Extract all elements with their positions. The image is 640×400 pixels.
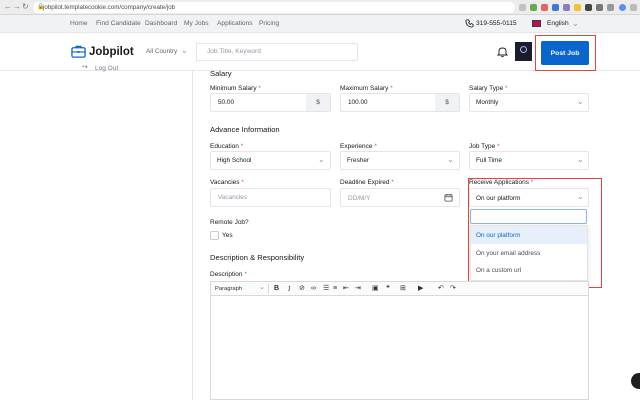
max-salary-value: 100.00 [348, 99, 368, 106]
nav-link-pricing[interactable]: Pricing [259, 19, 279, 29]
sidebar-divider [192, 71, 193, 400]
field-label-job-type: Job Type * [469, 143, 500, 150]
language-select[interactable]: English [547, 19, 569, 29]
sidebar-logout[interactable]: Log Out [95, 64, 118, 73]
remote-job-checkbox[interactable] [210, 231, 219, 240]
company-logo-icon [520, 46, 527, 53]
field-label-salary-type: Salary Type * [469, 85, 508, 92]
outdent-icon[interactable]: ⇤ [343, 284, 349, 294]
toolbar-divider [268, 284, 269, 294]
nav-link-my-jobs[interactable]: My Jobs [184, 19, 209, 29]
image-icon[interactable]: ▣ [372, 284, 379, 294]
italic-icon[interactable]: I [288, 284, 290, 294]
chevron-down-icon: ⌄ [318, 155, 325, 164]
link-icon[interactable]: ∞ [311, 284, 316, 294]
forward-arrow-icon[interactable]: → [13, 2, 21, 12]
highlight-box [535, 35, 596, 71]
salary-type-value: Monthly [476, 99, 499, 106]
country-select[interactable]: All Country [146, 47, 177, 56]
currency-addon: $ [306, 94, 330, 111]
quote-icon[interactable]: ❝ [386, 284, 390, 294]
extension-icon[interactable] [585, 4, 592, 11]
avatar[interactable] [619, 4, 626, 11]
extension-icon[interactable] [574, 4, 581, 11]
section-title-description: Description & Responsibility [210, 253, 305, 262]
chevron-down-icon[interactable]: ⌄ [572, 19, 579, 28]
redo-icon[interactable]: ↷ [450, 284, 456, 294]
sidebar-icon[interactable] [607, 4, 614, 11]
field-label-vacancies: Vacancies * [210, 179, 244, 186]
chevron-down-icon: ⌄ [577, 155, 584, 164]
uk-flag-icon [532, 20, 541, 27]
kebab-menu-icon[interactable] [630, 4, 637, 11]
extension-icon[interactable] [563, 4, 570, 11]
extension-icon[interactable] [530, 4, 537, 11]
section-title-salary: Salary [210, 69, 232, 78]
paragraph-select[interactable]: Paragraph [215, 285, 242, 293]
description-editor[interactable] [210, 281, 589, 400]
field-label-max-salary: Maximum Salary * [340, 85, 393, 92]
field-label-description: Description * [210, 271, 247, 278]
nav-link-dashboard[interactable]: Dashboard [145, 19, 177, 29]
logo-text[interactable]: Jobpilot [89, 45, 134, 59]
phone-icon [465, 19, 474, 28]
chevron-down-icon[interactable]: ⌄ [259, 283, 265, 292]
min-salary-value: 50.00 [218, 99, 234, 106]
back-arrow-icon[interactable]: ← [4, 2, 12, 12]
chevron-down-icon[interactable]: ⌄ [181, 46, 188, 55]
field-label-deadline: Deadline Expired * [340, 179, 394, 186]
media-icon[interactable]: ▶ [418, 284, 423, 294]
search-placeholder: Job Title, Keyword [207, 48, 261, 55]
briefcase-logo-icon [71, 45, 86, 58]
bulleted-list-icon[interactable]: ☰ [323, 284, 329, 294]
star-icon[interactable] [519, 4, 526, 11]
floating-action-button[interactable] [631, 373, 640, 389]
education-value: High School [217, 157, 252, 164]
extension-icon[interactable] [541, 4, 548, 11]
experience-value: Fresher [347, 157, 370, 164]
link-icon[interactable]: ⊘ [299, 284, 305, 294]
bold-icon[interactable]: B [274, 284, 279, 294]
field-label-experience: Experience * [340, 143, 377, 150]
reload-icon[interactable]: ↻ [22, 2, 29, 12]
undo-icon[interactable]: ↶ [438, 284, 444, 294]
indent-icon[interactable]: ⇥ [355, 284, 361, 294]
remote-option-label[interactable]: Yes [222, 231, 233, 240]
vacancies-placeholder: Vacancies [218, 194, 248, 201]
highlight-box [468, 178, 602, 288]
puzzle-icon[interactable] [596, 4, 603, 11]
chevron-down-icon: ⌄ [447, 155, 454, 164]
phone-number: 319-555-0115 [476, 20, 517, 27]
extension-icon[interactable] [552, 4, 559, 11]
deadline-placeholder: DD/M/Y [348, 195, 371, 202]
section-title-advance: Advance Information [210, 125, 280, 134]
field-label-remote-job: Remote Job? [210, 219, 249, 226]
table-icon[interactable]: ⊞ [400, 284, 406, 294]
logout-icon[interactable]: ↪ [82, 63, 88, 71]
job-type-value: Full Time [476, 157, 502, 164]
calendar-icon[interactable] [444, 193, 453, 202]
nav-link-find-candidate[interactable]: Find Candidate [96, 19, 141, 29]
chevron-down-icon: ⌄ [577, 97, 584, 106]
numbered-list-icon[interactable]: ≡ [333, 284, 337, 294]
url-text: jobpilot.templatecookie.com/company/crea… [43, 4, 176, 11]
nav-link-home[interactable]: Home [70, 19, 88, 29]
nav-link-applications[interactable]: Applications [217, 19, 253, 29]
field-label-min-salary: Minimum Salary * [210, 85, 261, 92]
bell-icon[interactable] [497, 46, 508, 58]
field-label-education: Education * [210, 143, 244, 150]
currency-addon: $ [435, 94, 459, 111]
